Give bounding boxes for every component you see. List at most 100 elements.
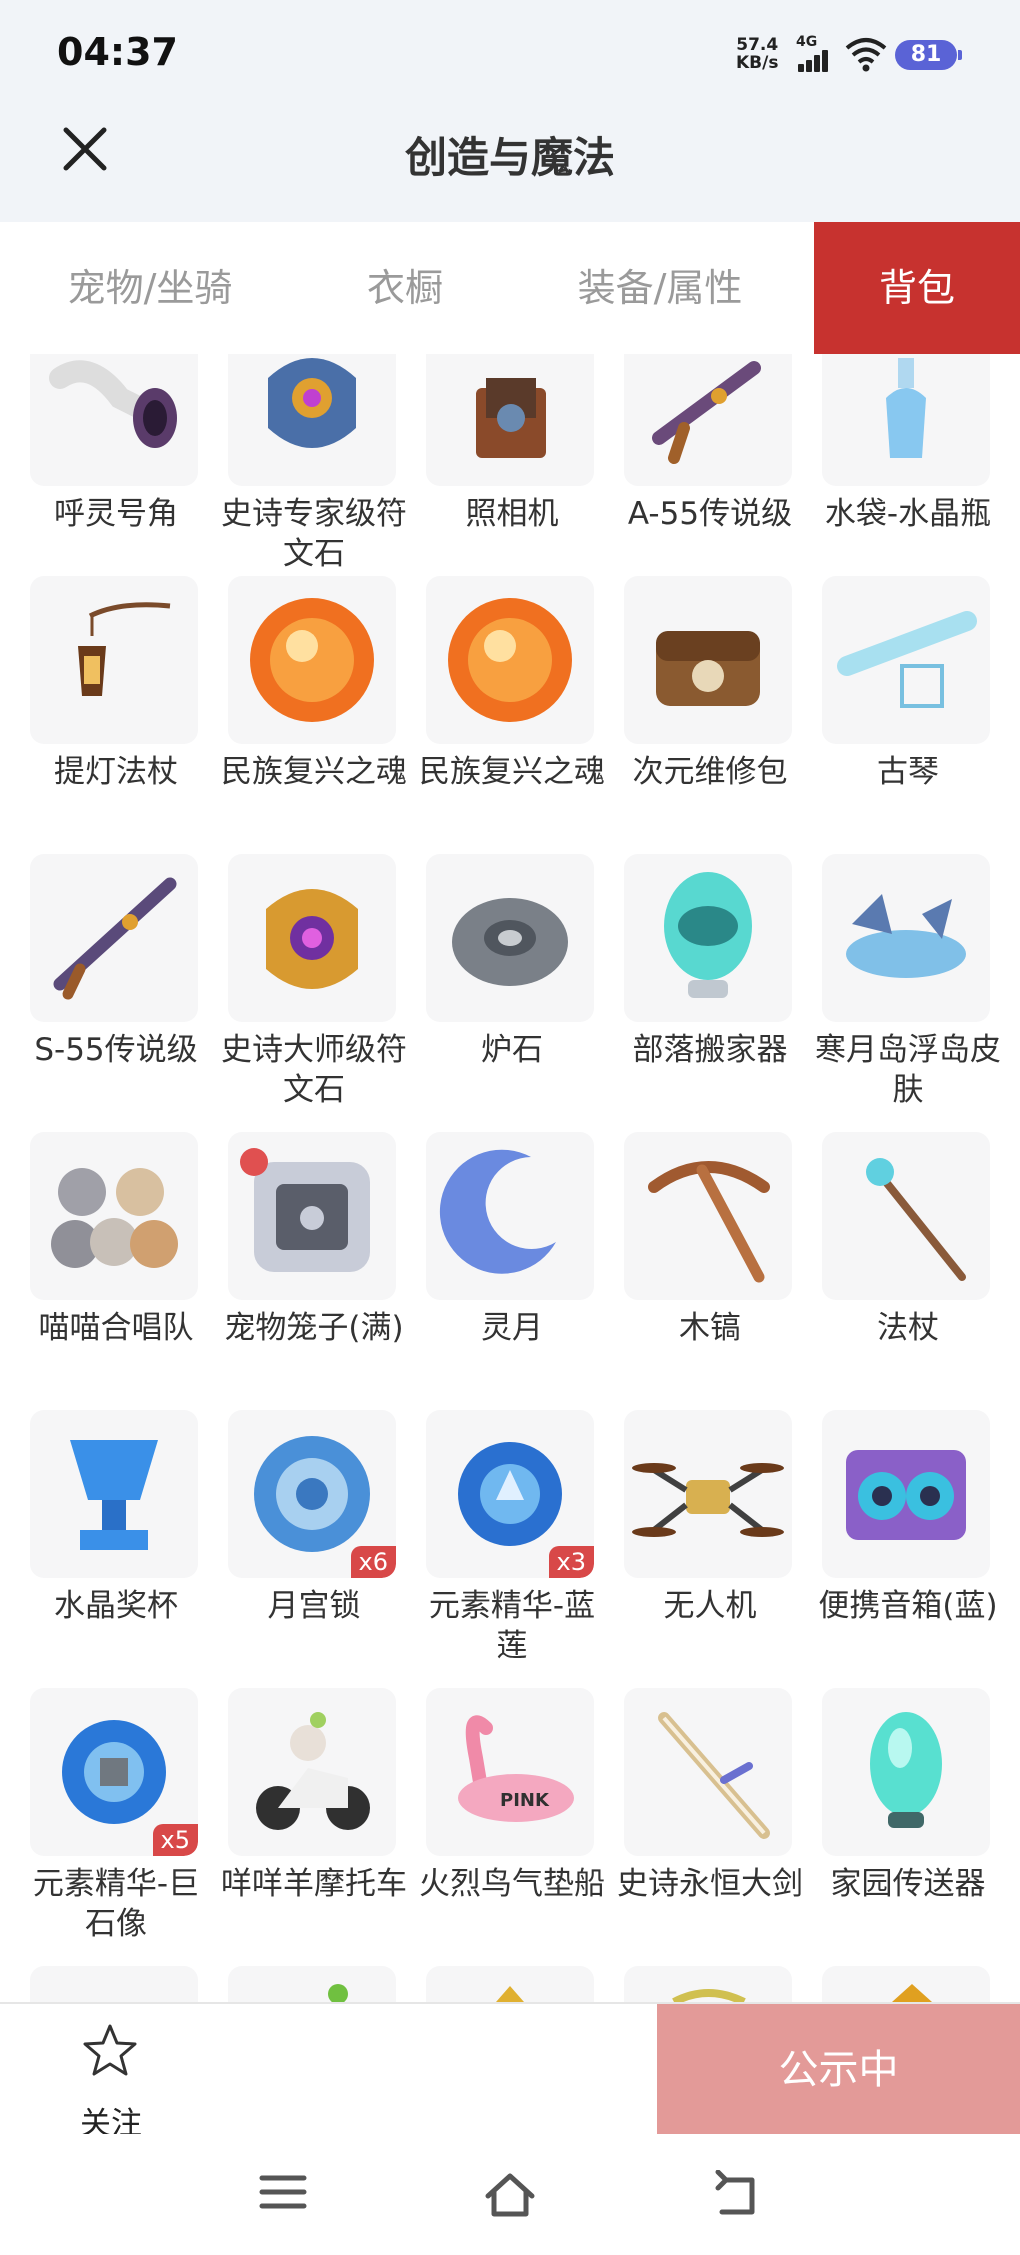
item-cell[interactable]: 次元维修包	[594, 576, 792, 846]
item-cell[interactable]: A-55传说级	[594, 354, 792, 588]
crystal-bottle-icon	[822, 354, 990, 486]
item-cell[interactable]	[792, 1966, 990, 2002]
greatsword-icon	[624, 1688, 792, 1856]
item-cell[interactable]: 呼灵号角	[0, 354, 198, 588]
cats-icon	[30, 1132, 198, 1300]
item-cell[interactable]: 寒月岛浮岛皮肤	[792, 854, 1001, 1124]
follow-button[interactable]: 关注	[56, 2022, 166, 2142]
item-name: 木镐	[679, 1310, 741, 1346]
item-name: 古琴	[877, 754, 939, 790]
moon-lock-icon: x6	[228, 1410, 396, 1578]
back-icon[interactable]	[712, 2170, 762, 2218]
network-speed-unit: KB/s	[736, 53, 779, 73]
star-icon	[83, 2024, 137, 2076]
item-name: 次元维修包	[632, 754, 788, 790]
system-nav-bar	[0, 2134, 1020, 2255]
item-cell[interactable]: 炉石	[396, 854, 594, 1124]
item-name: 火烈鸟气垫船	[419, 1866, 605, 1902]
tab-backpack[interactable]: 背包	[814, 222, 1020, 354]
item-name: 部落搬家器	[632, 1032, 788, 1068]
item-cell[interactable]: 史诗永恒大剑	[594, 1688, 803, 1958]
item-cell[interactable]: 民族复兴之魂	[396, 576, 605, 846]
staff-icon	[822, 1132, 990, 1300]
item-cell[interactable]	[594, 1966, 792, 2002]
hearthstone-icon	[426, 854, 594, 1022]
item-name: 水晶奖杯	[54, 1588, 178, 1624]
item-thumbnail	[822, 1966, 990, 2002]
item-name: 宠物笼子(满)	[224, 1310, 404, 1346]
fire-orb-icon	[426, 576, 594, 744]
item-name: 法杖	[877, 1310, 939, 1346]
item-cell[interactable]: x6 月宫锁	[198, 1410, 396, 1680]
guqin-icon	[822, 576, 990, 744]
item-name: 呼灵号角	[54, 496, 178, 532]
item-cell[interactable]: 法杖	[792, 1132, 990, 1402]
item-name: 咩咩羊摩托车	[221, 1866, 407, 1902]
item-name: 史诗大师级符文石	[221, 1032, 407, 1108]
item-name: 元素精华-蓝莲	[428, 1588, 596, 1664]
item-thumbnail	[624, 1966, 792, 2002]
item-cell[interactable]: 家园传送器	[792, 1688, 990, 1958]
item-cell[interactable]: 水晶奖杯	[0, 1410, 198, 1680]
tab-wardrobe[interactable]: 衣橱	[330, 222, 480, 354]
wifi-icon	[845, 38, 887, 72]
blue-essence-icon: x3	[426, 1410, 594, 1578]
rifle-icon	[30, 854, 198, 1022]
item-cell[interactable]: 咩咩羊摩托车	[198, 1688, 407, 1958]
drone-icon	[624, 1410, 792, 1578]
item-cell[interactable]: 史诗专家级符文石	[198, 354, 407, 588]
item-name: S-55传说级	[34, 1032, 198, 1068]
item-cell[interactable]	[0, 1966, 198, 2002]
item-cell[interactable]: 水袋-水晶瓶	[792, 354, 991, 588]
rune-stone-icon	[228, 854, 396, 1022]
item-cell[interactable]: 无人机	[594, 1410, 792, 1680]
item-cell[interactable]	[198, 1966, 396, 2002]
item-cell[interactable]: x3 元素精华-蓝莲	[396, 1410, 595, 1680]
item-cell[interactable]: 史诗大师级符文石	[198, 854, 407, 1124]
item-name: 喵喵合唱队	[38, 1310, 194, 1346]
item-cell[interactable]: 照相机	[396, 354, 594, 588]
item-name: 史诗永恒大剑	[617, 1866, 803, 1902]
crystal-trophy-icon	[30, 1410, 198, 1578]
menu-icon[interactable]	[258, 2170, 308, 2214]
page-title: 创造与魔法	[404, 133, 615, 182]
backpack-grid: 呼灵号角 史诗专家级符文石 照相机 A-55传说级 水袋-水晶瓶 提灯法杖 民族…	[0, 354, 1020, 2002]
tab-equipment[interactable]: 装备/属性	[540, 222, 780, 354]
camera-icon	[426, 354, 594, 486]
item-cell[interactable]: 提灯法杖	[0, 576, 198, 846]
crescent-moon-icon	[426, 1132, 594, 1300]
item-cell[interactable]: x5 元素精华-巨石像	[0, 1688, 199, 1958]
item-thumbnail	[30, 1966, 198, 2002]
network-speed: 57.4 KB/s	[736, 36, 778, 72]
item-name: 家园传送器	[830, 1866, 986, 1902]
item-cell[interactable]: 灵月	[396, 1132, 594, 1402]
item-name: 无人机	[663, 1588, 757, 1624]
tab-pets-mounts[interactable]: 宠物/坐骑	[30, 222, 270, 354]
item-cell[interactable]: PINK 火烈鸟气垫船	[396, 1688, 605, 1958]
item-name: 月宫锁	[267, 1588, 361, 1624]
quantity-badge: x6	[350, 1546, 396, 1578]
signal-bars-icon	[798, 50, 832, 72]
item-cell[interactable]: 木镐	[594, 1132, 792, 1402]
item-name: 提灯法杖	[54, 754, 178, 790]
item-thumbnail	[228, 1966, 396, 2002]
battery-icon: 81	[895, 40, 957, 70]
item-cell[interactable]: 喵喵合唱队	[0, 1132, 198, 1402]
item-cell[interactable]: 便携音箱(蓝)	[792, 1410, 998, 1680]
item-cell[interactable]	[396, 1966, 594, 2002]
item-name: 史诗专家级符文石	[221, 496, 407, 572]
item-name: 元素精华-巨石像	[32, 1866, 200, 1942]
flamingo-hovercraft-icon: PINK	[426, 1688, 594, 1856]
item-cell[interactable]: S-55传说级	[0, 854, 198, 1124]
item-thumbnail	[426, 1966, 594, 2002]
home-icon[interactable]	[482, 2170, 538, 2218]
quantity-badge: x3	[548, 1546, 594, 1578]
item-cell[interactable]: 民族复兴之魂	[198, 576, 407, 846]
item-name: 灵月	[481, 1310, 543, 1346]
item-cell[interactable]: 宠物笼子(满)	[198, 1132, 404, 1402]
public-status-button[interactable]: 公示中	[657, 2004, 1020, 2136]
item-cell[interactable]: 古琴	[792, 576, 990, 846]
item-cell[interactable]: 部落搬家器	[594, 854, 792, 1124]
home-teleporter-icon	[822, 1688, 990, 1856]
clock: 04:37	[57, 30, 178, 74]
